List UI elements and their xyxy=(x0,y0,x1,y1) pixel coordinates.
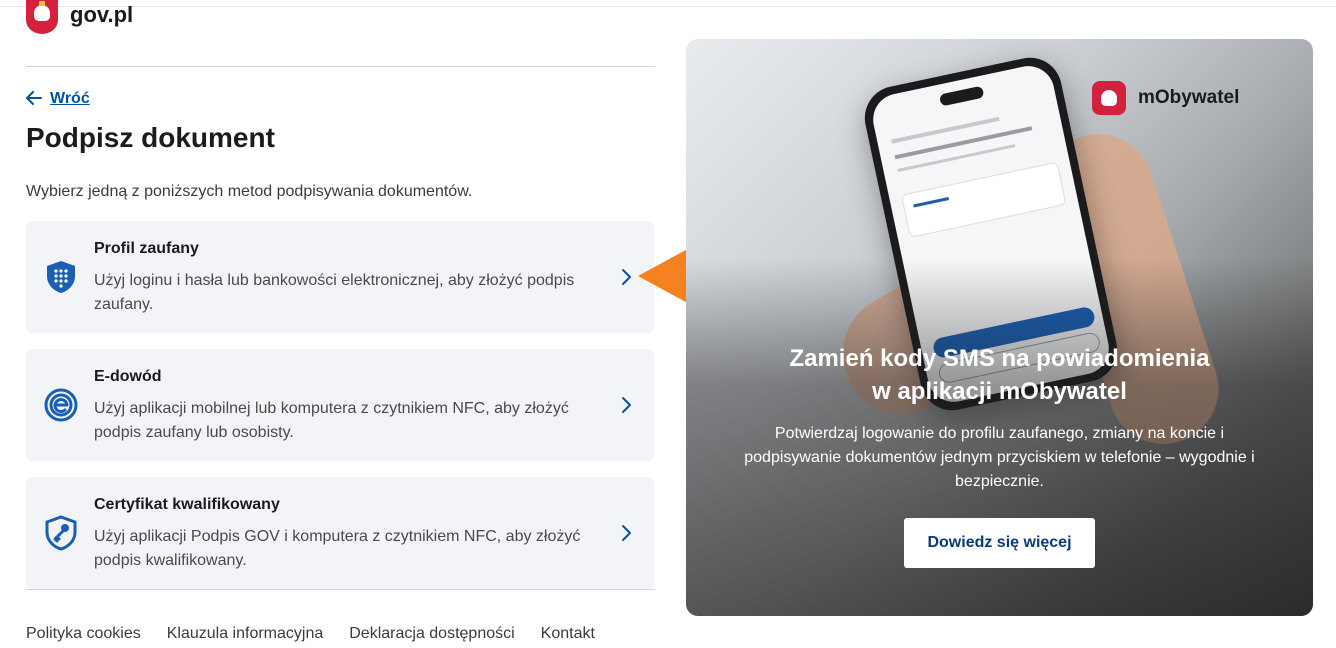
chevron-right-icon xyxy=(616,393,636,417)
promo-text: Potwierdzaj logowanie do profilu zaufane… xyxy=(744,425,1255,490)
shield-key-icon xyxy=(44,515,78,551)
brand-name: mObywatel xyxy=(1138,87,1240,108)
footer-link-cookies[interactable]: Polityka cookies xyxy=(26,625,141,643)
back-label: Wróć xyxy=(50,90,90,107)
method-card-e-dowod[interactable]: E-dowód Użyj aplikacji mobilnej lub komp… xyxy=(26,349,654,461)
mobywatel-promo-banner: mObywatel Zamień kody SMS na powiadomien… xyxy=(686,39,1313,616)
gov-pl-logo[interactable]: gov.pl xyxy=(26,0,133,34)
footer-link-klauzula[interactable]: Klauzula informacyjna xyxy=(167,625,324,643)
promo-title: Zamień kody SMS na powiadomienia w aplik… xyxy=(686,342,1313,408)
e-id-icon xyxy=(44,387,78,423)
method-description: Użyj aplikacji Podpis GOV i komputera z … xyxy=(94,528,581,569)
promo-title-line: Zamień kody SMS na powiadomienia xyxy=(789,345,1210,372)
polish-eagle-emblem-icon xyxy=(26,0,58,34)
promo-title-line: w aplikacji mObywatel xyxy=(872,378,1127,405)
method-description: Użyj loginu i hasła lub bankowości elekt… xyxy=(94,272,575,313)
footer-divider xyxy=(26,589,655,590)
mobywatel-brand: mObywatel xyxy=(1092,81,1239,115)
method-description: Użyj aplikacji mobilnej lub komputera z … xyxy=(94,400,569,441)
method-card-certyfikat-kwalifikowany[interactable]: Certyfikat kwalifikowany Użyj aplikacji … xyxy=(26,477,654,589)
top-border xyxy=(0,6,1336,7)
footer-nav: Polityka cookies Klauzula informacyjna D… xyxy=(26,625,595,643)
method-title: Certyfikat kwalifikowany xyxy=(94,496,280,513)
shield-keypad-icon xyxy=(44,259,78,295)
method-title: Profil zaufany xyxy=(94,240,199,257)
page-intro: Wybierz jedną z poniższych metod podpisy… xyxy=(26,183,473,200)
chevron-right-icon xyxy=(616,265,636,289)
header-divider xyxy=(26,66,655,67)
logo-text: gov.pl xyxy=(70,2,134,27)
footer-link-dostepnosc[interactable]: Deklaracja dostępności xyxy=(349,625,514,643)
footer-link-kontakt[interactable]: Kontakt xyxy=(541,625,595,643)
learn-more-button[interactable]: Dowiedz się więcej xyxy=(904,518,1095,568)
chevron-right-icon xyxy=(616,521,636,545)
method-title: E-dowód xyxy=(94,368,162,385)
arrow-left-icon xyxy=(26,90,42,108)
method-card-profil-zaufany[interactable]: Profil zaufany Użyj loginu i hasła lub b… xyxy=(26,221,654,333)
back-link[interactable]: Wróć xyxy=(26,90,90,108)
mobywatel-app-icon xyxy=(1092,81,1126,115)
page-title: Podpisz dokument xyxy=(26,122,275,153)
